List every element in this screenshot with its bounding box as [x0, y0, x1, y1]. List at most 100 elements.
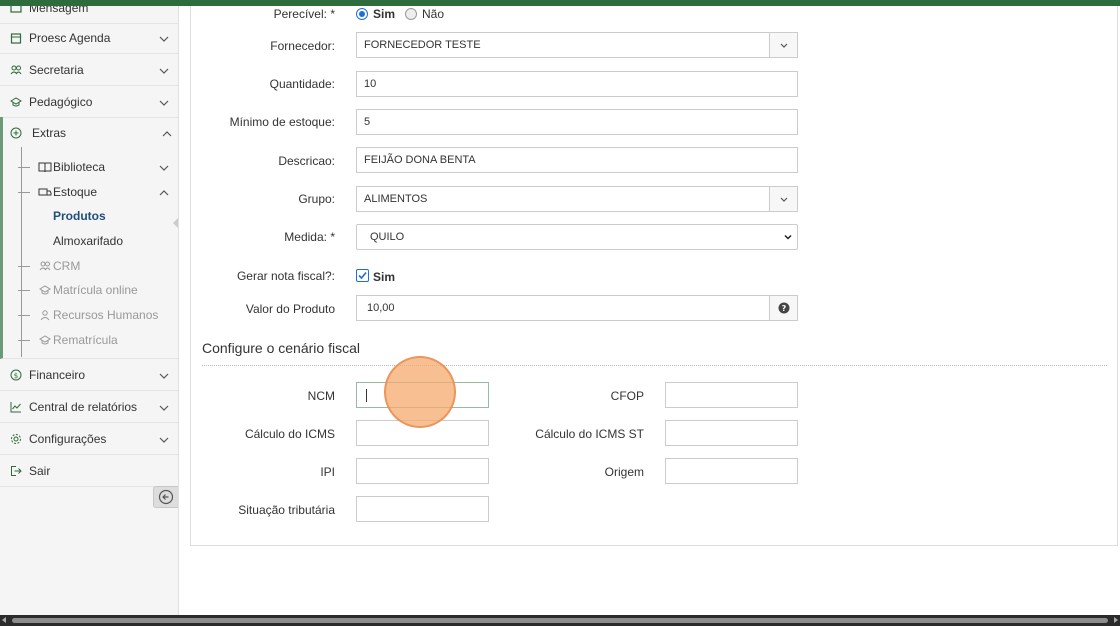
perecivel-no-radio[interactable]	[405, 8, 417, 20]
sidebar-item-label: Extras	[32, 126, 67, 140]
horizontal-scrollbar[interactable]	[0, 615, 1120, 626]
perecivel-label: Perecível: *	[273, 7, 335, 21]
icms-label: Cálculo do ICMS	[244, 427, 335, 441]
message-icon	[10, 6, 22, 14]
valor-input[interactable]: 10,00 ?	[356, 295, 798, 321]
sidebar-sub-label: Recursos Humanos	[53, 308, 159, 322]
sidebar-item-secretaria[interactable]: Secretaria	[0, 54, 178, 86]
minimo-value: 5	[364, 116, 371, 128]
scrollbar-thumb[interactable]	[12, 618, 1108, 623]
chevron-down-icon[interactable]	[769, 33, 797, 57]
situacao-input[interactable]	[356, 496, 489, 522]
sidebar-sub-estoque[interactable]: Estoque	[3, 180, 178, 204]
chevron-down-icon	[159, 402, 169, 412]
grupo-select[interactable]: ALIMENTOS	[356, 186, 798, 212]
chevron-down-icon	[159, 33, 169, 43]
fiscal-section-title: Configure o cenário fiscal	[202, 340, 360, 356]
sidebar-sub-crm[interactable]: CRM	[3, 254, 178, 278]
ncm-label: NCM	[307, 389, 335, 403]
cfop-input[interactable]	[665, 382, 798, 408]
perecivel-no-label: Não	[422, 7, 445, 21]
sidebar-sub-label: CRM	[53, 259, 81, 273]
arrow-left-circle-icon	[158, 489, 174, 505]
scroll-right-icon[interactable]	[1114, 617, 1118, 623]
medida-select[interactable]: QUILO	[356, 224, 798, 250]
chevron-up-icon	[162, 128, 172, 138]
nota-fiscal-label: Gerar nota fiscal?:	[236, 269, 335, 283]
quantidade-value: 10	[364, 78, 377, 90]
chevron-down-icon	[159, 434, 169, 444]
sidebar-sub-label: Almoxarifado	[53, 234, 124, 248]
sidebar: Mensagem Proesc Agenda Secretaria Pedagó…	[0, 6, 179, 615]
gear-icon	[10, 433, 22, 445]
icms-st-label: Cálculo do ICMS ST	[535, 427, 644, 441]
fornecedor-select[interactable]: FORNECEDOR TESTE	[356, 32, 798, 58]
graduation-cap-icon	[10, 96, 22, 108]
sidebar-item-configuracoes[interactable]: Configurações	[0, 423, 178, 455]
graduation-cap-icon	[38, 334, 52, 346]
medida-value: QUILO	[370, 231, 405, 243]
collapse-sidebar-button[interactable]	[153, 486, 178, 508]
chevron-down-icon	[159, 97, 169, 107]
ipi-input[interactable]	[356, 458, 489, 484]
minimo-label: Mínimo de estoque:	[229, 115, 335, 129]
sidebar-item-label: Secretaria	[29, 62, 84, 77]
sidebar-sub-rh[interactable]: Recursos Humanos	[3, 303, 178, 327]
check-icon	[358, 271, 367, 280]
origem-label: Origem	[604, 465, 644, 479]
sidebar-item-extras[interactable]: Extras	[0, 117, 178, 149]
truck-icon	[38, 186, 52, 198]
quantidade-label: Quantidade:	[269, 77, 335, 91]
click-indicator	[384, 356, 456, 428]
sidebar-item-label: Mensagem	[29, 6, 89, 15]
chevron-down-icon	[159, 65, 169, 75]
nota-fiscal-check-label: Sim	[373, 270, 396, 284]
sidebar-item-label: Pedagógico	[29, 94, 93, 109]
svg-text:$: $	[14, 372, 18, 380]
grupo-value: ALIMENTOS	[364, 193, 428, 205]
chevron-up-icon	[159, 187, 169, 197]
sidebar-sub-label: Estoque	[53, 185, 98, 199]
sidebar-item-financeiro[interactable]: $ Financeiro	[0, 359, 178, 391]
chevron-down-icon[interactable]	[769, 187, 797, 211]
sidebar-sub-produtos[interactable]: Produtos	[3, 204, 178, 228]
perecivel-yes-radio[interactable]	[356, 8, 368, 20]
sidebar-sub-label: Matrícula online	[53, 283, 138, 297]
line-chart-icon	[10, 401, 22, 413]
origem-input[interactable]	[665, 458, 798, 484]
sidebar-item-proesc-agenda[interactable]: Proesc Agenda	[0, 22, 178, 54]
valor-label: Valor do Produto	[245, 302, 335, 316]
section-divider	[202, 365, 1107, 366]
sidebar-item-sair[interactable]: Sair	[0, 455, 178, 487]
sidebar-sub-matricula[interactable]: Matrícula online	[3, 278, 178, 302]
situacao-label: Situação tributária	[238, 503, 335, 517]
users-icon	[38, 260, 52, 272]
sidebar-item-relatorios[interactable]: Central de relatórios	[0, 391, 178, 423]
logout-icon	[10, 465, 22, 477]
ipi-label: IPI	[320, 465, 335, 479]
text-caret	[366, 389, 367, 402]
descricao-input[interactable]: FEIJÃO DONA BENTA	[356, 147, 798, 173]
graduation-cap-icon	[38, 284, 52, 296]
sidebar-item-label: Configurações	[29, 431, 107, 446]
sidebar-item-pedagogico[interactable]: Pedagógico	[0, 86, 178, 118]
calendar-icon	[10, 32, 22, 44]
sidebar-sub-rematricula[interactable]: Rematrícula	[3, 328, 178, 352]
minimo-estoque-input[interactable]: 5	[356, 109, 798, 135]
chevron-down-icon	[159, 162, 169, 172]
active-indicator	[173, 217, 178, 229]
scroll-left-icon[interactable]	[2, 617, 6, 623]
sidebar-item-label: Proesc Agenda	[29, 30, 111, 45]
help-icon[interactable]: ?	[769, 296, 797, 320]
icms-st-input[interactable]	[665, 420, 798, 446]
sidebar-sub-label: Biblioteca	[53, 160, 106, 174]
medida-label: Medida: *	[284, 230, 335, 244]
grupo-label: Grupo:	[298, 192, 335, 206]
sidebar-sub-almoxarifado[interactable]: Almoxarifado	[3, 229, 178, 253]
nota-fiscal-checkbox[interactable]	[356, 269, 369, 282]
quantidade-input[interactable]: 10	[356, 71, 798, 97]
dollar-circle-icon: $	[10, 369, 22, 381]
sidebar-sub-biblioteca[interactable]: Biblioteca	[3, 155, 178, 179]
cfop-label: CFOP	[610, 389, 644, 403]
sidebar-item-label: Central de relatórios	[29, 399, 138, 414]
